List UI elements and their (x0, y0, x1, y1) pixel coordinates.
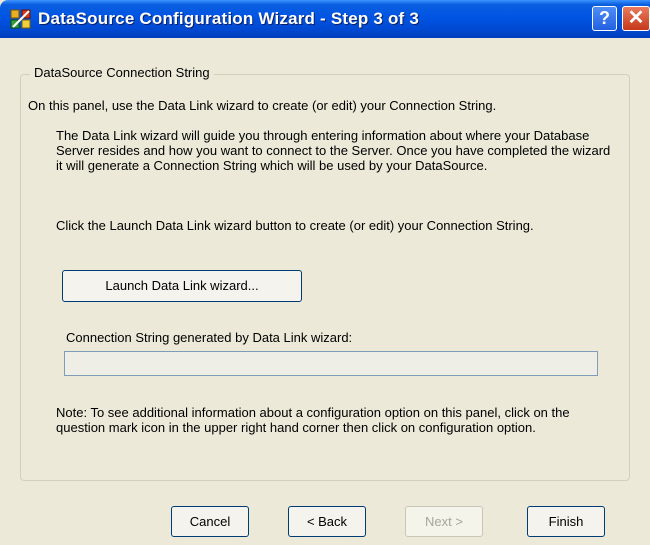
connection-string-field[interactable] (64, 351, 598, 376)
launch-instructions: Click the Launch Data Link wizard button… (56, 218, 534, 233)
group-legend: DataSource Connection String (30, 65, 214, 80)
title-bar: DataSource Configuration Wizard - Step 3… (0, 0, 650, 38)
finish-button[interactable]: Finish (527, 506, 605, 537)
launch-data-link-button[interactable]: Launch Data Link wizard... (62, 270, 302, 302)
help-icon: ? (599, 8, 610, 28)
close-button[interactable]: ✕ (622, 6, 650, 31)
close-icon: ✕ (627, 7, 645, 29)
data-link-description: The Data Link wizard will guide you thro… (56, 128, 611, 173)
next-button: Next > (405, 506, 483, 537)
window-title: DataSource Configuration Wizard - Step 3… (38, 9, 419, 28)
connection-string-label: Connection String generated by Data Link… (66, 330, 353, 345)
datasource-app-icon (10, 9, 31, 29)
back-button[interactable]: < Back (288, 506, 366, 537)
help-button[interactable]: ? (592, 6, 617, 31)
cancel-button[interactable]: Cancel (171, 506, 249, 537)
note-text: Note: To see additional information abou… (56, 405, 570, 435)
wizard-window: DataSource Configuration Wizard - Step 3… (0, 0, 650, 545)
intro-text: On this panel, use the Data Link wizard … (28, 98, 497, 113)
